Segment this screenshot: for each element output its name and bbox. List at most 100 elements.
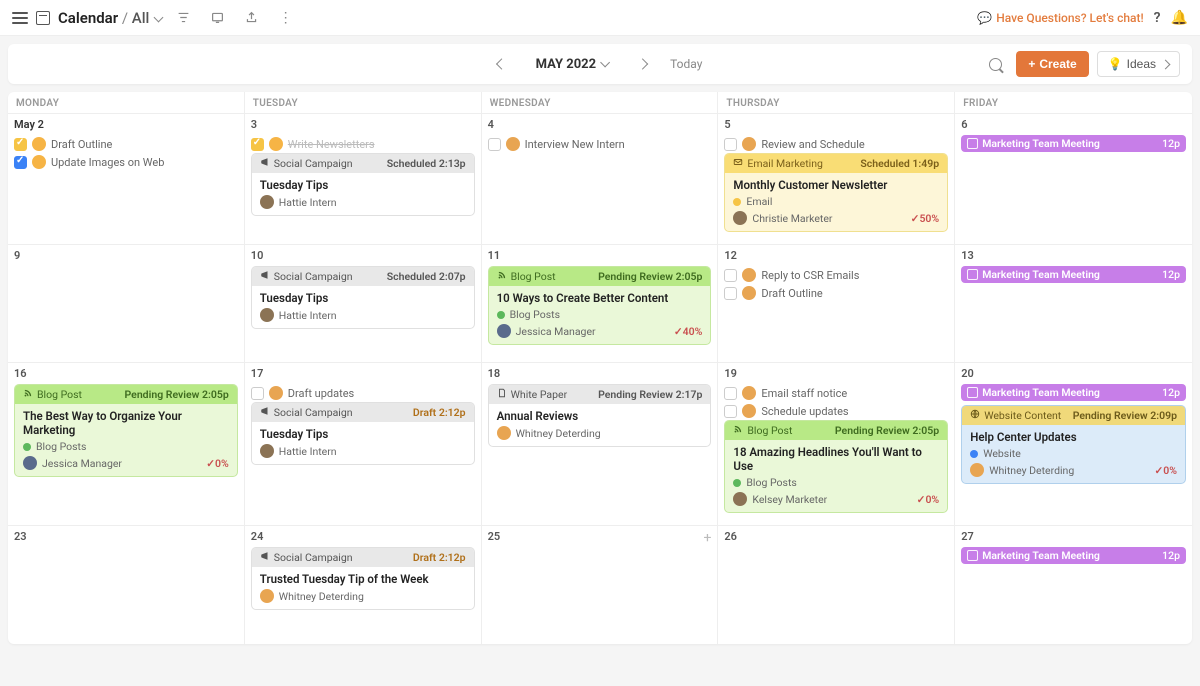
- megaphone-icon: [260, 157, 270, 170]
- task-item[interactable]: Draft Outline: [14, 135, 238, 153]
- content-card[interactable]: Blog PostPending Review 2:05p18 Amazing …: [724, 420, 948, 513]
- event-pill[interactable]: Marketing Team Meeting12p: [961, 547, 1186, 564]
- calendar-day[interactable]: 9: [8, 245, 245, 362]
- event-title: Marketing Team Meeting: [982, 386, 1100, 399]
- calendar-day[interactable]: 27Marketing Team Meeting12p: [955, 526, 1192, 644]
- content-card[interactable]: Social CampaignScheduled 2:13pTuesday Ti…: [251, 153, 475, 216]
- card-meta-text: Blog Posts: [36, 440, 86, 453]
- card-meta: Blog Posts: [497, 308, 703, 321]
- task-item[interactable]: Update Images on Web: [14, 153, 238, 171]
- calendar-day[interactable]: 19Email staff noticeSchedule updatesBlog…: [718, 363, 955, 525]
- calendar-day[interactable]: 10Social CampaignScheduled 2:07pTuesday …: [245, 245, 482, 362]
- task-item[interactable]: Schedule updates: [724, 402, 948, 420]
- task-item[interactable]: Draft Outline: [724, 284, 948, 302]
- avatar: [32, 137, 46, 151]
- calendar-day[interactable]: May 2Draft OutlineUpdate Images on Web: [8, 114, 245, 244]
- display-button[interactable]: [204, 5, 230, 31]
- prev-month-button[interactable]: [496, 58, 507, 69]
- card-meta: Blog Posts: [733, 476, 939, 489]
- date-label: 20: [961, 367, 1186, 380]
- breadcrumb[interactable]: Calendar / All: [58, 9, 162, 27]
- content-card[interactable]: White PaperPending Review 2:17pAnnual Re…: [488, 384, 712, 447]
- date-label: 3: [251, 118, 475, 131]
- card-meta: Email: [733, 195, 939, 208]
- task-text: Update Images on Web: [51, 156, 164, 169]
- progress-pct: ✓0%: [917, 493, 940, 506]
- event-pill[interactable]: Marketing Team Meeting12p: [961, 266, 1186, 283]
- calendar-day[interactable]: 18White PaperPending Review 2:17pAnnual …: [482, 363, 719, 525]
- help-chat-link[interactable]: 💬 Have Questions? Let's chat!: [977, 11, 1143, 25]
- calendar-day[interactable]: 16Blog PostPending Review 2:05pThe Best …: [8, 363, 245, 525]
- card-status: Pending Review 2:05p: [835, 424, 939, 437]
- content-card[interactable]: Website ContentPending Review 2:09p Help …: [961, 405, 1186, 484]
- date-label: 9: [14, 249, 238, 262]
- content-card[interactable]: Social CampaignDraft 2:12pTrusted Tuesda…: [251, 547, 475, 610]
- calendar-day[interactable]: 11Blog PostPending Review 2:05p10 Ways t…: [482, 245, 719, 362]
- search-button[interactable]: [982, 51, 1008, 77]
- calendar-day[interactable]: 4Interview New Intern: [482, 114, 719, 244]
- calendar-week: 16Blog PostPending Review 2:05pThe Best …: [8, 363, 1192, 526]
- assignee-name: Jessica Manager: [42, 457, 122, 470]
- calendar-week: 9 10Social CampaignScheduled 2:07pTuesday…: [8, 245, 1192, 363]
- card-title: Help Center Updates: [970, 430, 1177, 444]
- content-card[interactable]: Email MarketingScheduled 1:49pMonthly Cu…: [724, 153, 948, 232]
- task-item[interactable]: Review and Schedule: [724, 135, 948, 153]
- calendar-day[interactable]: 3 Write NewslettersSocial CampaignSchedul…: [245, 114, 482, 244]
- chevron-down-icon: [154, 12, 164, 22]
- task-item[interactable]: Email staff notice: [724, 384, 948, 402]
- calendar-day[interactable]: 20 Marketing Team Meeting12p Website Conte…: [955, 363, 1192, 525]
- next-month-button[interactable]: [636, 58, 647, 69]
- calendar-day[interactable]: 25+: [482, 526, 719, 644]
- event-title: Marketing Team Meeting: [982, 137, 1100, 150]
- checkbox[interactable]: [251, 138, 264, 151]
- card-category: Blog Post: [747, 424, 792, 437]
- calendar-day[interactable]: 26: [718, 526, 955, 644]
- today-button[interactable]: Today: [670, 57, 702, 71]
- checkbox[interactable]: [724, 269, 737, 282]
- checkbox[interactable]: [251, 387, 264, 400]
- avatar: [733, 492, 747, 506]
- help-icon[interactable]: ?: [1154, 10, 1161, 26]
- avatar: [269, 386, 283, 400]
- month-label[interactable]: MAY 2022: [536, 57, 609, 72]
- megaphone-icon: [260, 406, 270, 419]
- notifications-icon[interactable]: 🔔: [1171, 10, 1188, 26]
- calendar-day[interactable]: 5Review and ScheduleEmail MarketingSched…: [718, 114, 955, 244]
- checkbox[interactable]: [14, 156, 27, 169]
- calendar-day[interactable]: 17Draft updatesSocial CampaignDraft 2:12…: [245, 363, 482, 525]
- task-item[interactable]: Draft updates: [251, 384, 475, 402]
- calendar-day[interactable]: 24Social CampaignDraft 2:12pTrusted Tues…: [245, 526, 482, 644]
- filter-button[interactable]: [170, 5, 196, 31]
- ideas-button[interactable]: 💡Ideas: [1097, 51, 1180, 77]
- task-item[interactable]: Reply to CSR Emails: [724, 266, 948, 284]
- share-button[interactable]: [238, 5, 264, 31]
- card-category: Social Campaign: [274, 551, 353, 564]
- event-pill[interactable]: Marketing Team Meeting12p: [961, 135, 1186, 152]
- task-item[interactable]: Interview New Intern: [488, 135, 712, 153]
- add-item-button[interactable]: +: [703, 530, 711, 546]
- event-icon: [967, 138, 978, 149]
- checkbox[interactable]: [724, 387, 737, 400]
- checkbox[interactable]: [724, 138, 737, 151]
- calendar-day[interactable]: 6Marketing Team Meeting12p: [955, 114, 1192, 244]
- create-button[interactable]: +Create: [1016, 51, 1088, 77]
- checkbox[interactable]: [724, 405, 737, 418]
- content-card[interactable]: Blog PostPending Review 2:05p10 Ways to …: [488, 266, 712, 345]
- task-item[interactable]: Write Newsletters: [251, 135, 475, 153]
- checkbox[interactable]: [14, 138, 27, 151]
- calendar-day[interactable]: 23: [8, 526, 245, 644]
- card-header: Website ContentPending Review 2:09p: [962, 406, 1185, 425]
- content-card[interactable]: Social CampaignScheduled 2:07pTuesday Ti…: [251, 266, 475, 329]
- content-card[interactable]: Social CampaignDraft 2:12pTuesday TipsHa…: [251, 402, 475, 465]
- event-pill[interactable]: Marketing Team Meeting12p: [961, 384, 1186, 401]
- more-button[interactable]: ⋮: [272, 5, 298, 31]
- checkbox[interactable]: [488, 138, 501, 151]
- plus-icon: +: [1028, 57, 1035, 71]
- calendar-day[interactable]: 12Reply to CSR EmailsDraft Outline: [718, 245, 955, 362]
- checkbox[interactable]: [724, 287, 737, 300]
- content-card[interactable]: Blog PostPending Review 2:05pThe Best Wa…: [14, 384, 238, 477]
- calendar-day[interactable]: 13Marketing Team Meeting12p: [955, 245, 1192, 362]
- card-meta: Website: [970, 447, 1177, 460]
- menu-icon[interactable]: [12, 12, 28, 24]
- progress-pct: ✓0%: [206, 457, 229, 470]
